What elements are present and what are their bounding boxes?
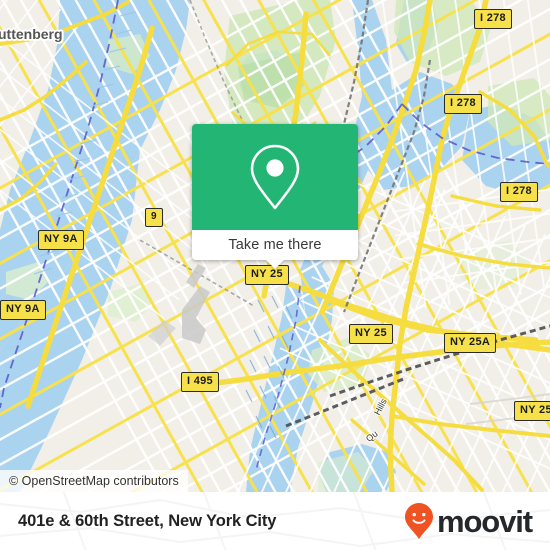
shield-ny25a: NY 25A: [444, 333, 497, 353]
place-label-guttenberg: uttenberg: [0, 26, 63, 42]
map-share-page: I 278 I 278 I 278 NY 9A NY 9A 9 NY 25 NY…: [0, 0, 550, 550]
take-me-there-button[interactable]: Take me there: [192, 230, 358, 260]
shield-ny25-east: NY 25: [349, 324, 393, 344]
map-pin-icon: [250, 144, 300, 210]
shield-i278-east: I 278: [500, 182, 538, 202]
shield-ny9a-lower: NY 9A: [0, 300, 46, 320]
map-attribution[interactable]: © OpenStreetMap contributors: [0, 470, 188, 492]
footer-bar: 401e & 60th Street, New York City moovit: [0, 492, 550, 550]
location-popup-card[interactable]: Take me there: [192, 124, 358, 269]
shield-ny25-southeast: NY 25: [514, 401, 550, 421]
shield-i278-north: I 278: [474, 9, 512, 29]
shield-i495: I 495: [181, 372, 219, 392]
popup-icon-area: [192, 124, 358, 230]
moovit-wordmark: moovit: [436, 503, 533, 539]
moovit-logo[interactable]: moovit: [404, 502, 533, 540]
shield-i278-mid: I 278: [444, 94, 482, 114]
shield-route-9: 9: [145, 208, 163, 227]
shield-ny9a-upper: NY 9A: [38, 230, 84, 250]
map-canvas[interactable]: I 278 I 278 I 278 NY 9A NY 9A 9 NY 25 NY…: [0, 0, 550, 492]
popup-pointer-tail: [266, 260, 284, 269]
location-title: 401e & 60th Street, New York City: [18, 511, 277, 530]
moovit-smiley-pin-icon: [404, 503, 433, 539]
